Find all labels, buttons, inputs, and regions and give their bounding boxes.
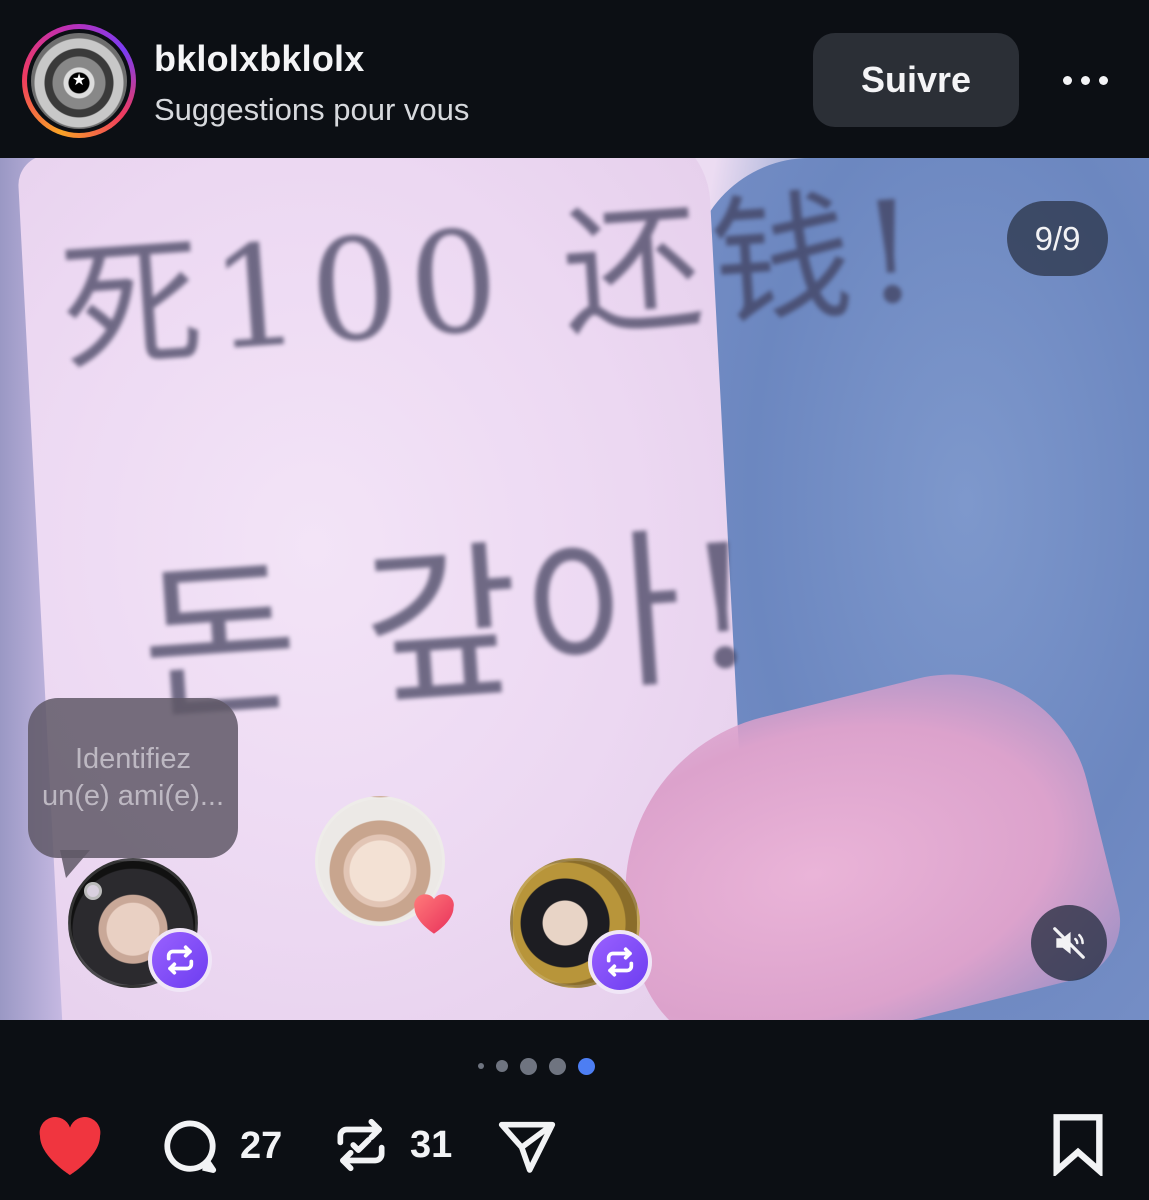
pager-dot: [478, 1063, 484, 1069]
send-icon: [498, 1121, 556, 1173]
comment-button[interactable]: 27: [158, 1114, 282, 1178]
pager-dot-active: [578, 1057, 595, 1075]
author-avatar[interactable]: [22, 24, 136, 138]
pager-dot: [520, 1057, 537, 1075]
repost-badge-icon: [588, 930, 652, 994]
post-actions: 27 31: [0, 1100, 1149, 1200]
avatar-photo: [31, 33, 127, 129]
more-options-icon[interactable]: [1050, 58, 1120, 102]
pager-dot: [496, 1060, 508, 1072]
repost-count: 31: [410, 1123, 453, 1166]
like-button[interactable]: [34, 1112, 106, 1178]
save-button[interactable]: [1050, 1112, 1106, 1176]
post-media[interactable]: 死100 还钱! 돈 갚아! 9/9 Identifiez un(e) ami(…: [0, 158, 1149, 1020]
bookmark-icon: [1053, 1114, 1103, 1176]
pager-dot: [549, 1057, 566, 1075]
share-button[interactable]: [494, 1114, 560, 1178]
mute-toggle-button[interactable]: [1031, 905, 1107, 981]
tag-friend-prompt[interactable]: Identifiez un(e) ami(e)...: [28, 698, 238, 858]
comment-count: 27: [240, 1124, 283, 1167]
carousel-pager: [478, 1056, 595, 1076]
status-dot: [84, 882, 102, 900]
follow-button[interactable]: Suivre: [813, 33, 1019, 127]
heart-filled-icon: [39, 1117, 101, 1175]
speaker-muted-icon: [1053, 927, 1085, 959]
repost-badge-icon: [148, 928, 212, 992]
repost-button[interactable]: 31: [330, 1114, 452, 1176]
heart-reaction-icon: [414, 894, 454, 934]
suggestion-label: Suggestions pour vous: [154, 92, 470, 127]
author-username[interactable]: bklolxbklolx: [154, 38, 364, 80]
comment-icon: [164, 1120, 217, 1173]
post-header: bklolxbklolx Suggestions pour vous Suivr…: [0, 0, 1149, 158]
repost-icon: [337, 1118, 385, 1172]
media-counter: 9/9: [1007, 201, 1108, 276]
